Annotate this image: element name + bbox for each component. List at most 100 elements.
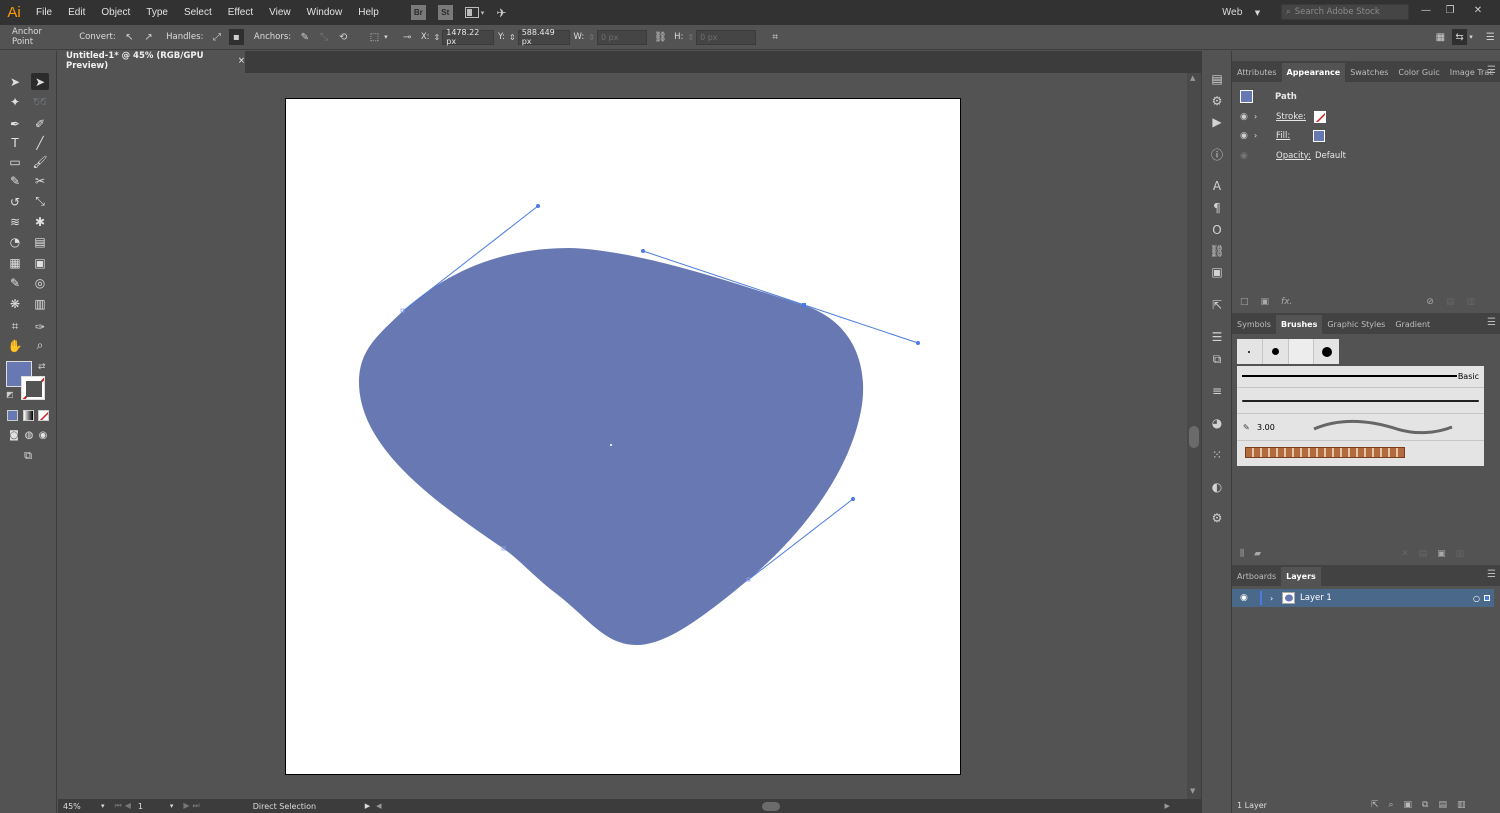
- chevron-right-icon[interactable]: ›: [1254, 131, 1266, 140]
- brush-dot-2[interactable]: [1263, 339, 1289, 364]
- brush-libraries-icon[interactable]: ⫼: [1240, 549, 1244, 559]
- slice-tool-icon[interactable]: ✑: [31, 318, 49, 335]
- clear-appearance-icon[interactable]: ⊘: [1426, 297, 1434, 307]
- scroll-right-icon[interactable]: ▶: [1165, 802, 1170, 810]
- menu-type[interactable]: Type: [138, 7, 176, 18]
- tab-artboards[interactable]: Artboards: [1232, 567, 1281, 586]
- menu-effect[interactable]: Effect: [220, 7, 261, 18]
- tab-symbols[interactable]: Symbols: [1232, 315, 1276, 334]
- paintbrush-tool-icon[interactable]: 🖌: [31, 153, 49, 170]
- scroll-left-icon[interactable]: ◀: [376, 802, 381, 810]
- tab-swatches[interactable]: Swatches: [1345, 63, 1393, 82]
- document-info-icon[interactable]: ▣: [1209, 264, 1225, 280]
- draw-inside-icon[interactable]: ◉: [34, 427, 52, 444]
- pathfinder-icon[interactable]: ⧉: [1209, 351, 1225, 367]
- menu-select[interactable]: Select: [176, 7, 220, 18]
- brush-basic[interactable]: Basic: [1237, 366, 1484, 388]
- cut-path-icon[interactable]: ⟲: [336, 29, 351, 45]
- stroke-icon[interactable]: ≡: [1209, 383, 1225, 399]
- align-icon[interactable]: ☰: [1209, 329, 1225, 345]
- curvature-tool-icon[interactable]: ✐: [31, 115, 49, 132]
- menu-help[interactable]: Help: [350, 7, 387, 18]
- zoom-tool-icon[interactable]: ⌕: [31, 337, 49, 354]
- scissors-tool-icon[interactable]: ✂: [31, 172, 49, 189]
- direct-selection-tool-icon[interactable]: ➤: [31, 73, 49, 90]
- scroll-up-icon[interactable]: ▲: [1190, 74, 1195, 82]
- remove-stroke-icon[interactable]: ✕: [1401, 549, 1409, 559]
- appearance-opacity-row[interactable]: ◉ Opacity: Default: [1232, 146, 1500, 165]
- paragraph-icon[interactable]: ¶: [1209, 200, 1225, 216]
- y-position-field[interactable]: 588.449 px: [517, 28, 570, 46]
- chevron-right-icon[interactable]: ›: [1270, 594, 1282, 603]
- restore-button[interactable]: ❐: [1440, 1, 1460, 19]
- panel-arrange-icon[interactable]: ▦: [1433, 29, 1448, 45]
- delete-layer-icon[interactable]: ▥: [1457, 800, 1466, 810]
- isolate-icon[interactable]: ⬚: [367, 29, 382, 45]
- new-sublayer-icon[interactable]: ⧉: [1422, 800, 1428, 810]
- status-menu-icon[interactable]: ▶: [365, 802, 370, 810]
- collect-export-icon[interactable]: ⇱: [1371, 800, 1379, 810]
- document-tab[interactable]: Untitled-1* @ 45% (RGB/GPU Preview) ×: [58, 51, 245, 73]
- tab-graphic-styles[interactable]: Graphic Styles: [1322, 315, 1390, 334]
- vertical-scrollbar[interactable]: ▲ ▼: [1187, 73, 1201, 799]
- fill-color-swatch[interactable]: [1313, 129, 1326, 142]
- panel-menu-icon[interactable]: ☰: [1487, 317, 1496, 328]
- convert-corner-icon[interactable]: ↖: [122, 29, 137, 45]
- h-stepper-icon[interactable]: ⇕: [687, 33, 694, 42]
- blend-tool-icon[interactable]: ◎: [31, 274, 49, 291]
- control-menu-icon[interactable]: ☰: [1483, 29, 1498, 45]
- shape-builder-tool-icon[interactable]: ◔: [6, 233, 24, 250]
- brush-dot-4[interactable]: [1314, 339, 1339, 364]
- hand-tool-icon[interactable]: ✋: [6, 337, 24, 354]
- type-tool-icon[interactable]: T: [6, 134, 24, 151]
- brush-pattern[interactable]: [1237, 442, 1484, 466]
- brush-dot-3[interactable]: [1288, 339, 1315, 364]
- brush-options-icon[interactable]: ▤: [1419, 549, 1428, 559]
- panel-menu-icon[interactable]: ☰: [1487, 569, 1496, 580]
- convert-smooth-icon[interactable]: ↗: [141, 29, 156, 45]
- bridge-button[interactable]: Br: [410, 5, 426, 20]
- eye-icon[interactable]: ◉: [1240, 131, 1254, 141]
- width-tool-icon[interactable]: ≋: [6, 213, 24, 230]
- target-icon[interactable]: ○: [1473, 594, 1480, 603]
- artboard-number[interactable]: 1: [138, 802, 170, 811]
- eye-icon[interactable]: ◉: [1240, 593, 1260, 603]
- artboard-next-icon[interactable]: ▶⏭: [183, 801, 202, 811]
- layer-name[interactable]: Layer 1: [1300, 593, 1332, 603]
- connect-anchors-icon[interactable]: ⤡: [316, 29, 331, 45]
- puppet-warp-tool-icon[interactable]: ✱: [31, 213, 49, 230]
- perspective-grid-tool-icon[interactable]: ▤: [31, 233, 49, 250]
- actions-play-icon[interactable]: ▶: [1209, 114, 1225, 130]
- add-stroke-icon[interactable]: □: [1240, 297, 1249, 307]
- chevron-right-icon[interactable]: ›: [1254, 112, 1266, 121]
- close-tab-button[interactable]: ×: [238, 56, 245, 66]
- tab-brushes[interactable]: Brushes: [1275, 315, 1323, 334]
- properties-gear-icon[interactable]: ⚙: [1209, 93, 1225, 109]
- artboard[interactable]: [285, 98, 961, 775]
- duplicate-item-icon[interactable]: ▤: [1446, 297, 1455, 307]
- gpu-performance-icon[interactable]: ✈: [496, 6, 506, 20]
- add-fill-icon[interactable]: ▣: [1261, 297, 1270, 307]
- stock-search-field[interactable]: ⌕ Search Adobe Stock: [1281, 4, 1409, 20]
- x-stepper-icon[interactable]: ⇕: [434, 33, 441, 42]
- minimize-button[interactable]: —: [1416, 1, 1436, 19]
- menu-object[interactable]: Object: [93, 7, 138, 18]
- align-anchor-icon[interactable]: ⊸: [400, 29, 415, 45]
- links-icon[interactable]: ⛓: [1209, 243, 1225, 259]
- delete-brush-icon[interactable]: ▥: [1456, 549, 1465, 559]
- screen-mode-icon[interactable]: ⧉: [19, 447, 37, 464]
- scroll-down-icon[interactable]: ▼: [1190, 787, 1195, 795]
- menu-window[interactable]: Window: [299, 7, 351, 18]
- zoom-level[interactable]: 45%: [63, 802, 101, 811]
- show-handles-icon[interactable]: ⤢: [209, 29, 224, 45]
- color-mode-icon[interactable]: [7, 410, 18, 421]
- tab-layers[interactable]: Layers: [1281, 567, 1321, 586]
- graph-tool-icon[interactable]: ▥: [31, 295, 49, 312]
- fx-icon[interactable]: fx.: [1281, 297, 1292, 307]
- lasso-tool-icon[interactable]: ➿: [31, 93, 49, 110]
- stock-button[interactable]: St: [437, 5, 453, 20]
- arrange-documents-icon[interactable]: ▾: [464, 7, 484, 18]
- brush-calligraphic[interactable]: ✎ 3.00: [1237, 415, 1484, 441]
- delete-item-icon[interactable]: ▥: [1466, 297, 1475, 307]
- eye-icon[interactable]: ◉: [1240, 112, 1254, 122]
